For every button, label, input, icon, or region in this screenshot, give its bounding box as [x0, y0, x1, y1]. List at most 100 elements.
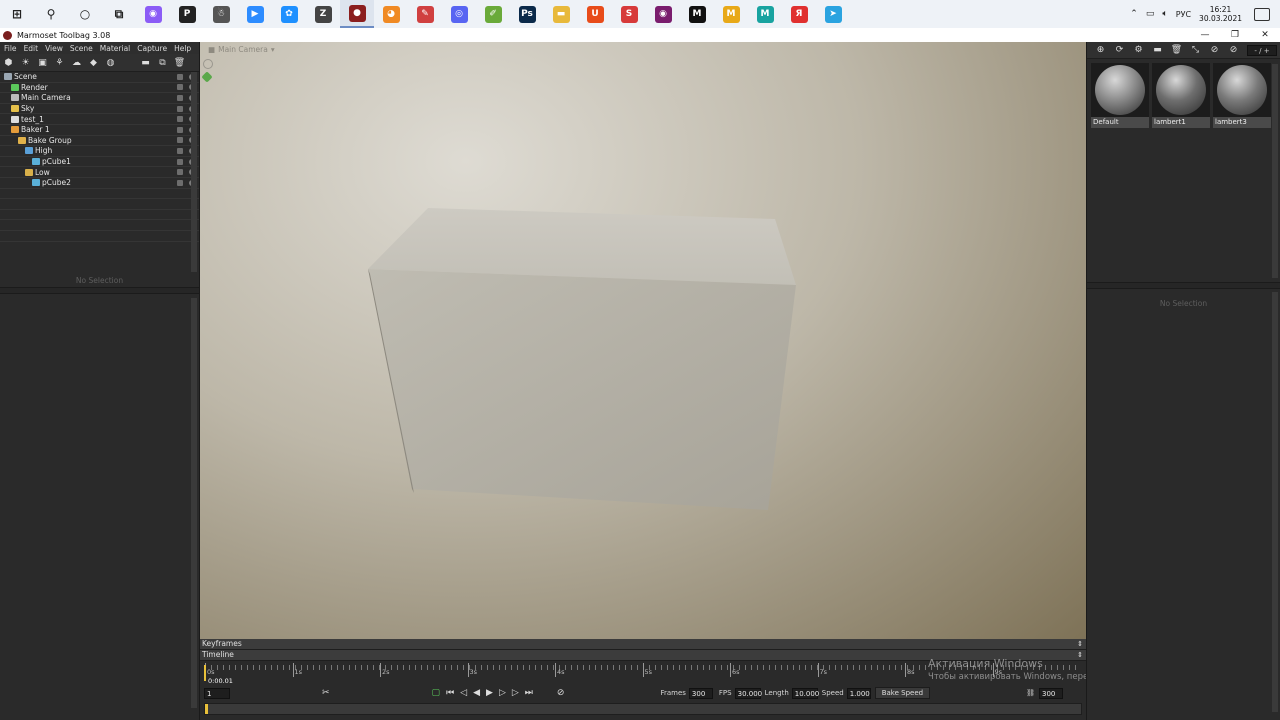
material-swatch[interactable]: lambert1 [1152, 63, 1210, 128]
assign-material-icon[interactable]: ⊘ [1205, 43, 1224, 57]
menu-file[interactable]: File [4, 44, 17, 53]
cortana-icon[interactable]: ○ [68, 0, 102, 28]
marmoset-icon[interactable]: ● [340, 0, 374, 28]
material-menu-icon[interactable]: ⊘ [1224, 43, 1243, 57]
keyframe-tool-icon[interactable]: ✂ [322, 688, 330, 698]
scene-tree-item[interactable]: pCube1 [0, 157, 199, 168]
add-mesh-icon[interactable]: ◆ [85, 56, 102, 70]
lock-icon[interactable] [177, 126, 183, 133]
no-record-icon[interactable]: ⊘ [557, 688, 565, 698]
skip-start-icon[interactable]: ⏮ [446, 688, 454, 698]
mascot-app-icon[interactable]: ☃ [204, 0, 238, 28]
scene-tree-item[interactable]: Main Camera [0, 93, 199, 104]
material-swatch[interactable]: lambert3 [1213, 63, 1271, 128]
network-icon[interactable]: ▭ [1146, 9, 1155, 19]
language-indicator[interactable]: РУС [1176, 10, 1191, 19]
material-properties-scrollbar[interactable] [1272, 292, 1278, 712]
scene-tree-item[interactable]: Sky [0, 104, 199, 115]
lock-icon[interactable] [177, 147, 183, 154]
ubisoft-icon[interactable]: U [578, 0, 612, 28]
prev-frame-icon[interactable]: ◀ [473, 688, 480, 698]
length-field[interactable]: 10.000 [791, 687, 819, 699]
notifications-icon[interactable] [1254, 7, 1270, 21]
add-camera-icon[interactable]: ▣ [34, 56, 51, 70]
menu-help[interactable]: Help [174, 44, 191, 53]
alice-icon[interactable]: ◉ [136, 0, 170, 28]
close-button[interactable]: ✕ [1250, 28, 1280, 42]
lock-icon[interactable] [177, 84, 183, 91]
m-yellow-app-icon[interactable]: M [714, 0, 748, 28]
frames-field[interactable]: 300 [688, 687, 713, 699]
scrollbar-handle[interactable] [205, 704, 208, 714]
current-frame-field[interactable]: 1 [204, 687, 230, 699]
next-key-icon[interactable]: ▷ [512, 688, 519, 698]
lock-icon[interactable] [177, 116, 183, 123]
yandex-icon[interactable]: Я [782, 0, 816, 28]
fps-field[interactable]: 30.000 [734, 687, 762, 699]
lock-icon[interactable] [177, 94, 183, 101]
right-splitter[interactable] [1087, 282, 1280, 289]
discord-icon[interactable]: ◎ [442, 0, 476, 28]
add-object-icon[interactable]: ⬢ [0, 56, 17, 70]
minimize-button[interactable]: — [1190, 28, 1220, 42]
scene-tree-item[interactable]: Low [0, 167, 199, 178]
properties-scrollbar[interactable] [191, 298, 197, 708]
add-sky-icon[interactable]: ◍ [102, 56, 119, 70]
speed-field[interactable]: 1.000 [846, 687, 871, 699]
blender-icon[interactable]: ◕ [374, 0, 408, 28]
material-library-icon[interactable]: ⚙ [1129, 43, 1148, 57]
scene-tree-scrollbar[interactable] [191, 72, 197, 272]
prev-key-icon[interactable]: ◁ [460, 688, 467, 698]
maximize-button[interactable]: ❐ [1220, 28, 1250, 42]
link-icon[interactable]: ⛓ [1026, 689, 1035, 697]
chat-app-icon[interactable]: P [170, 0, 204, 28]
scene-tree-item[interactable]: Bake Group [0, 136, 199, 147]
lock-icon[interactable] [177, 105, 183, 112]
expand-icon[interactable]: ⇕ [1077, 639, 1083, 649]
menu-edit[interactable]: Edit [24, 44, 39, 53]
scene-tree-item[interactable]: Baker 1 [0, 125, 199, 136]
obs-icon[interactable]: ◉ [646, 0, 680, 28]
zoom-spinner[interactable]: - / + [1247, 44, 1277, 56]
delete-material-icon[interactable]: 🗑︎ [1167, 43, 1186, 57]
duplicate-icon[interactable]: ⧉ [154, 56, 171, 70]
chevron-up-icon[interactable]: ⌃ [1130, 9, 1138, 19]
zoom-icon[interactable]: ▶ [238, 0, 272, 28]
delete-icon[interactable]: 🗑︎ [171, 56, 188, 70]
play-icon[interactable]: ▶ [486, 688, 493, 698]
zbrush-icon[interactable]: Z [306, 0, 340, 28]
telegram-icon[interactable]: ➤ [816, 0, 850, 28]
material-scrollbar[interactable] [1272, 64, 1278, 278]
m-teal-app-icon[interactable]: M [748, 0, 782, 28]
search-icon[interactable]: ⚲ [34, 0, 68, 28]
cube-mesh[interactable] [200, 42, 1086, 639]
clock[interactable]: 16:21 30.03.2021 [1199, 5, 1242, 23]
skip-end-icon[interactable]: ⏭ [525, 688, 533, 698]
folder-icon[interactable]: ▬ [544, 0, 578, 28]
add-light-icon[interactable]: ☀ [17, 56, 34, 70]
scene-tree-item[interactable]: High [0, 146, 199, 157]
volume-icon[interactable]: 🔈︎ [1162, 9, 1167, 19]
scene-tree-item[interactable]: Render [0, 83, 199, 94]
paint-app-icon[interactable]: ✎ [408, 0, 442, 28]
menu-view[interactable]: View [45, 44, 63, 53]
loop-icon[interactable]: ▢ [432, 688, 441, 698]
menu-material[interactable]: Material [100, 44, 130, 53]
photoshop-icon[interactable]: Ps [510, 0, 544, 28]
lock-icon[interactable] [177, 179, 183, 186]
sp-app-icon[interactable]: S [612, 0, 646, 28]
new-folder-icon[interactable]: ▬ [137, 56, 154, 70]
menu-capture[interactable]: Capture [137, 44, 167, 53]
next-frame-icon[interactable]: ▷ [499, 688, 506, 698]
open-folder-icon[interactable]: ▬ [1148, 43, 1167, 57]
task-view-icon[interactable]: ⧉ [102, 0, 136, 28]
add-baker-icon[interactable]: ⚘ [51, 56, 68, 70]
timeline-scrollbar[interactable] [204, 703, 1082, 715]
end-frame-field[interactable]: 300 [1038, 687, 1063, 699]
material-swatch[interactable]: Default [1091, 63, 1149, 128]
keyframes-header[interactable]: Keyframes ⇕ [200, 639, 1086, 650]
brush-app-icon[interactable]: ✐ [476, 0, 510, 28]
scene-tree-item[interactable]: pCube2 [0, 178, 199, 189]
lock-icon[interactable] [177, 137, 183, 144]
lock-icon[interactable] [177, 169, 183, 176]
